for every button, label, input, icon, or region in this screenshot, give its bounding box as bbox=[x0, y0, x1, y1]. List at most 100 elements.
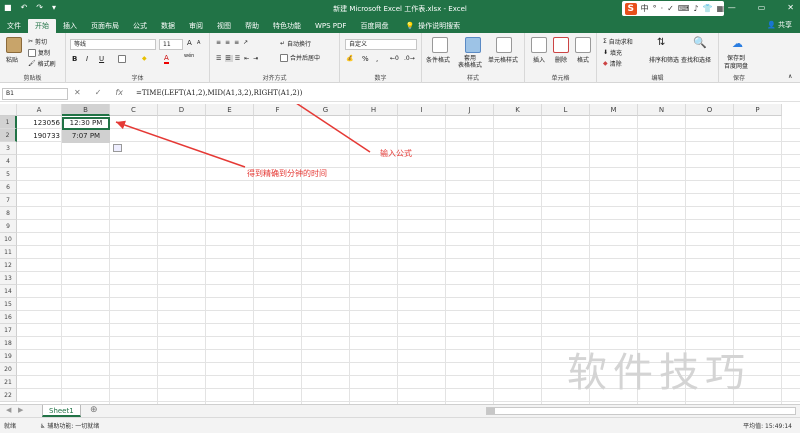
name-box[interactable]: B1 bbox=[2, 88, 68, 100]
percent-button[interactable]: % bbox=[362, 55, 369, 63]
clear-button[interactable]: ◆ 清除 bbox=[603, 59, 622, 68]
cloud-icon[interactable]: ☁ bbox=[732, 37, 743, 50]
increase-decimal-icon[interactable]: ←0 bbox=[390, 55, 399, 62]
ime-item[interactable]: ⌨ bbox=[678, 4, 690, 13]
ime-item[interactable]: ✓ bbox=[667, 4, 674, 13]
fill-color-button[interactable]: ◆ bbox=[142, 55, 147, 62]
prev-sheet-icon[interactable]: ◀ bbox=[6, 406, 11, 414]
align-bottom-icon[interactable]: ≡ bbox=[234, 39, 241, 46]
bold-button[interactable]: B bbox=[72, 55, 77, 63]
wrap-text-button[interactable]: ↵ 自动换行 bbox=[280, 39, 311, 48]
indent-icon[interactable]: ⇤ bbox=[244, 55, 251, 62]
shrink-font-button[interactable]: A bbox=[197, 40, 200, 46]
sort-filter-button[interactable]: 排序和筛选 bbox=[649, 55, 679, 64]
tab-help[interactable]: 帮助 bbox=[238, 19, 266, 33]
close-button[interactable]: ✕ bbox=[787, 3, 794, 12]
cell-styles-button[interactable]: 单元格样式 bbox=[488, 55, 518, 64]
copy-button[interactable]: 复制 bbox=[28, 48, 50, 57]
magnifier-icon[interactable]: 🔍 bbox=[693, 36, 707, 49]
tab-formulas[interactable]: 公式 bbox=[126, 19, 154, 33]
ime-toolbar[interactable]: S 中 ° · ✓ ⌨ ♪ 👕 ▦ bbox=[622, 1, 724, 16]
tab-file[interactable]: 文件 bbox=[0, 19, 28, 33]
cancel-icon[interactable]: ✕ bbox=[74, 88, 81, 97]
tab-baidu-netdisk[interactable]: 百度网盘 bbox=[353, 19, 395, 33]
styles-group: 条件格式 套用 表格格式 单元格样式 样式 bbox=[422, 33, 525, 83]
delete-cells-icon[interactable] bbox=[553, 37, 569, 53]
ime-item[interactable]: · bbox=[661, 4, 664, 13]
grow-font-button[interactable]: A bbox=[187, 39, 192, 47]
underline-button[interactable]: U bbox=[99, 55, 104, 63]
italic-button[interactable]: I bbox=[86, 55, 88, 63]
lightbulb-icon: 💡 bbox=[405, 22, 415, 30]
insert-cells-button[interactable]: 插入 bbox=[533, 55, 545, 64]
currency-button[interactable]: 💰 bbox=[346, 55, 353, 62]
conditional-format-button[interactable]: 条件格式 bbox=[426, 55, 450, 64]
ime-item[interactable]: ° bbox=[653, 4, 657, 13]
align-middle-icon[interactable]: ≡ bbox=[225, 39, 232, 46]
vertical-align-buttons[interactable]: ≡ ≡ ≡ ↗ bbox=[216, 39, 250, 46]
number-format-select[interactable]: 自定义 bbox=[345, 39, 417, 50]
format-cells-icon[interactable] bbox=[575, 37, 591, 53]
tab-insert[interactable]: 插入 bbox=[56, 19, 84, 33]
accessibility-status[interactable]: ♿ 辅助功能: 一切就绪 bbox=[40, 421, 99, 430]
sheet-tab-sheet1[interactable]: Sheet1 bbox=[42, 405, 81, 417]
phonetic-button[interactable]: wén bbox=[184, 53, 194, 59]
ime-item[interactable]: ♪ bbox=[693, 4, 698, 13]
horizontal-align-buttons[interactable]: ☰ ☰ ☰ ⇤ ⇥ bbox=[216, 55, 260, 62]
font-color-button[interactable]: A bbox=[164, 54, 169, 64]
sogou-logo[interactable]: S bbox=[625, 2, 637, 15]
font-name-select[interactable]: 等线 bbox=[70, 39, 156, 50]
enter-icon[interactable]: ✓ bbox=[95, 88, 102, 97]
decrease-decimal-icon[interactable]: .0→ bbox=[404, 55, 415, 62]
tab-home[interactable]: 开始 bbox=[28, 19, 56, 33]
find-select-button[interactable]: 查找和选择 bbox=[681, 55, 711, 64]
table-format-icon[interactable] bbox=[465, 37, 481, 53]
merge-center-button[interactable]: 合并后居中 bbox=[280, 53, 320, 62]
fill-button[interactable]: ⬇ 填充 bbox=[603, 48, 622, 57]
tab-page-layout[interactable]: 页面布局 bbox=[84, 19, 126, 33]
align-center-icon[interactable]: ☰ bbox=[225, 55, 233, 62]
delete-cells-button[interactable]: 删除 bbox=[555, 55, 567, 64]
scrollbar-thumb[interactable] bbox=[487, 408, 495, 414]
tab-data[interactable]: 数据 bbox=[154, 19, 182, 33]
font-size-select[interactable]: 11 bbox=[159, 39, 183, 50]
ime-item[interactable]: 👕 bbox=[702, 4, 712, 13]
add-sheet-icon[interactable]: ⊕ bbox=[90, 405, 98, 415]
tab-review[interactable]: 审阅 bbox=[182, 19, 210, 33]
insert-function-icon[interactable]: fx bbox=[115, 88, 123, 97]
save-to-label-2[interactable]: 百度网盘 bbox=[724, 61, 748, 70]
sort-filter-icon[interactable]: ⇅ bbox=[657, 37, 665, 48]
format-cells-button[interactable]: 格式 bbox=[577, 55, 589, 64]
cut-button[interactable]: ✂ 剪切 bbox=[28, 37, 47, 46]
save-group: ☁ 保存到 百度网盘 保存 bbox=[719, 33, 759, 83]
orientation-icon[interactable]: ↗ bbox=[243, 39, 250, 46]
tab-wps-pdf[interactable]: WPS PDF bbox=[308, 19, 353, 33]
minimize-button[interactable]: — bbox=[728, 3, 736, 12]
borders-button[interactable] bbox=[118, 55, 126, 63]
tell-me-search[interactable]: 💡 操作说明搜索 bbox=[405, 19, 460, 33]
next-sheet-icon[interactable]: ▶ bbox=[18, 406, 23, 414]
outdent-icon[interactable]: ⇥ bbox=[253, 55, 260, 62]
tab-special-features[interactable]: 特色功能 bbox=[266, 19, 308, 33]
comma-button[interactable]: , bbox=[376, 55, 378, 63]
cell-styles-icon[interactable] bbox=[496, 37, 512, 53]
ime-item[interactable]: 中 bbox=[641, 3, 649, 14]
paste-button[interactable]: 粘贴 bbox=[6, 55, 18, 64]
paste-icon[interactable] bbox=[6, 37, 22, 53]
align-left-icon[interactable]: ☰ bbox=[216, 55, 223, 62]
align-top-icon[interactable]: ≡ bbox=[216, 39, 223, 46]
collapse-ribbon-icon[interactable]: ∧ bbox=[788, 73, 792, 80]
share-button[interactable]: 👤 共享 bbox=[767, 20, 792, 30]
copy-label: 复制 bbox=[38, 50, 51, 57]
tab-view[interactable]: 视图 bbox=[210, 19, 238, 33]
conditional-format-icon[interactable] bbox=[432, 37, 448, 53]
align-right-icon[interactable]: ☰ bbox=[235, 55, 242, 62]
ime-item[interactable]: ▦ bbox=[716, 4, 724, 13]
restore-button[interactable]: ▭ bbox=[758, 3, 766, 12]
formula-input[interactable]: =TIME(LEFT(A1,2),MID(A1,3,2),RIGHT(A1,2)… bbox=[132, 88, 796, 100]
format-painter-button[interactable]: 🖌 格式刷 bbox=[28, 59, 56, 68]
autosum-button[interactable]: Σ 自动求和 bbox=[603, 37, 633, 46]
horizontal-scrollbar[interactable] bbox=[486, 407, 796, 415]
format-as-table-button[interactable]: 套用 表格格式 bbox=[458, 55, 482, 69]
insert-cells-icon[interactable] bbox=[531, 37, 547, 53]
